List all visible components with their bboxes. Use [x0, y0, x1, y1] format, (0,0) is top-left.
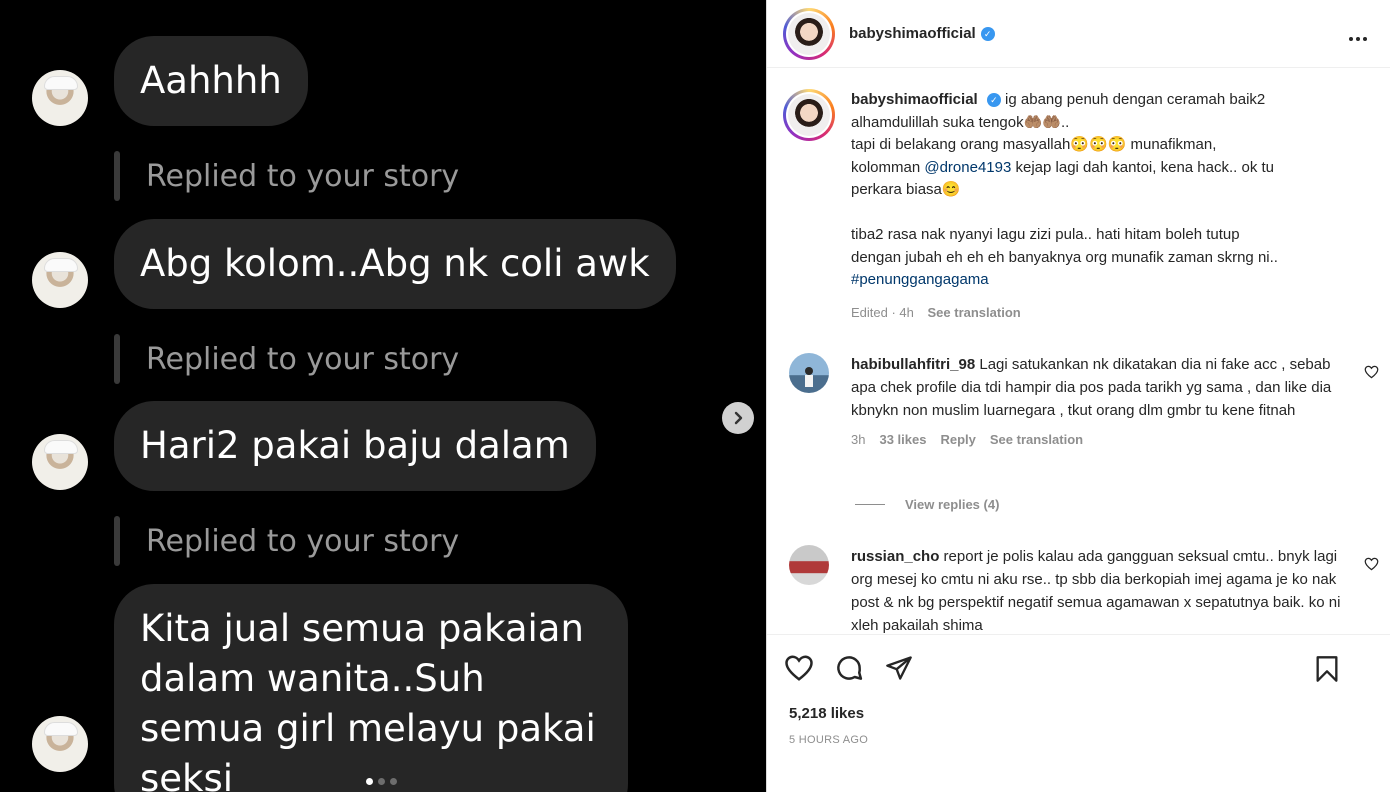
see-translation-link[interactable]: See translation — [990, 432, 1083, 447]
reply-label: Replied to your story — [146, 158, 460, 194]
caption-text: dengan jubah eh eh eh banyaknya org muna… — [851, 248, 1278, 266]
heart-icon[interactable] — [783, 652, 815, 684]
post-timestamp: 5 HOURS AGO — [789, 734, 869, 746]
post-username[interactable]: babyshimaofficial — [849, 25, 976, 42]
reply-bar — [114, 151, 120, 201]
post-caption: babyshimaofficial ✓ ig abang penuh denga… — [783, 89, 1373, 324]
message-bubble: Aahhhh — [114, 36, 308, 126]
view-replies-button[interactable]: View replies (4) — [855, 497, 999, 512]
caption-text: perkara biasa😊 — [851, 181, 961, 198]
verified-badge-icon: ✓ — [980, 26, 995, 41]
sender-avatar — [32, 252, 88, 308]
caption-text: kolomman — [851, 158, 925, 176]
comment-like-heart-icon[interactable] — [1364, 365, 1379, 383]
story-reply-tag: Replied to your story — [114, 151, 459, 201]
post-actions: 5,218 likes 5 HOURS AGO — [767, 634, 1390, 792]
see-translation-link[interactable]: See translation — [928, 305, 1021, 320]
story-reply-tag: Replied to your story — [114, 516, 459, 566]
caption-text: ig abang penuh dengan ceramah baik2 — [1005, 91, 1266, 108]
share-icon[interactable] — [883, 652, 915, 684]
reply-bar — [114, 516, 120, 566]
caption-text: tapi di belakang orang masyallah😳😳😳 muna… — [851, 136, 1217, 153]
sender-avatar — [32, 434, 88, 490]
caption-avatar[interactable] — [783, 89, 835, 141]
comment-icon[interactable] — [833, 652, 865, 684]
reply-label: Replied to your story — [146, 523, 460, 559]
message-bubble: Hari2 pakai baju dalam — [114, 401, 596, 491]
bookmark-icon[interactable] — [1311, 653, 1343, 685]
sender-avatar — [32, 716, 88, 772]
post-media: Aahhhh Replied to your story Abg kolom..… — [0, 0, 766, 792]
carousel-dot — [378, 778, 385, 785]
reply-button[interactable]: Reply — [940, 432, 975, 447]
comments-section[interactable]: babyshimaofficial ✓ ig abang penuh denga… — [767, 69, 1390, 634]
commenter-avatar[interactable] — [789, 545, 829, 585]
verified-badge-icon: ✓ — [986, 93, 1001, 107]
carousel-dot — [390, 778, 397, 785]
comment-username[interactable]: russian_cho — [851, 548, 939, 565]
reply-label: Replied to your story — [146, 341, 460, 377]
comment-like-heart-icon[interactable] — [1364, 557, 1379, 575]
commenter-avatar[interactable] — [789, 353, 829, 393]
hashtag-link[interactable]: #penunggangagama — [851, 271, 989, 288]
carousel-dot — [366, 778, 373, 785]
story-reply-tag: Replied to your story — [114, 334, 459, 384]
caption-text: kejap lagi dah kantoi, kena hack.. ok tu — [1011, 158, 1274, 176]
caption-edited-time: Edited · 4h — [851, 304, 914, 320]
view-replies-label: View replies (4) — [905, 497, 1000, 512]
comment-likes[interactable]: 33 likes — [879, 432, 926, 447]
avatar — [788, 12, 830, 55]
message-bubble: Kita jual semua pakaian dalam wanita..Su… — [114, 584, 628, 792]
divider — [855, 504, 885, 505]
carousel-indicator — [366, 778, 397, 785]
mention-link[interactable]: @drone4193 — [924, 159, 1011, 176]
post-panel: babyshimaofficial ✓ babyshimaofficial ✓ … — [766, 0, 1390, 792]
avatar — [788, 94, 830, 136]
post-header: babyshimaofficial ✓ — [767, 0, 1390, 68]
comment-username[interactable]: habibullahfitri_98 — [851, 356, 975, 373]
more-options-icon[interactable] — [1348, 22, 1368, 48]
profile-avatar[interactable] — [783, 7, 835, 60]
caption-username[interactable]: babyshimaofficial — [851, 91, 978, 108]
chevron-right-icon[interactable] — [722, 402, 754, 434]
sender-avatar — [32, 70, 88, 126]
comment-time: 3h — [851, 432, 866, 447]
likes-count[interactable]: 5,218 likes — [789, 705, 1375, 722]
message-bubble: Abg kolom..Abg nk coli awk — [114, 219, 676, 309]
reply-bar — [114, 334, 120, 384]
caption-text: alhamdulillah suka tengok🤲🏽🤲🏽.. — [851, 113, 1070, 131]
comment-item: habibullahfitri_98 Lagi satukankan nk di… — [789, 353, 1379, 447]
comment-item: russian_cho report je polis kalau ada ga… — [789, 545, 1379, 634]
caption-text: tiba2 rasa nak nyanyi lagu zizi pula.. h… — [851, 226, 1240, 243]
